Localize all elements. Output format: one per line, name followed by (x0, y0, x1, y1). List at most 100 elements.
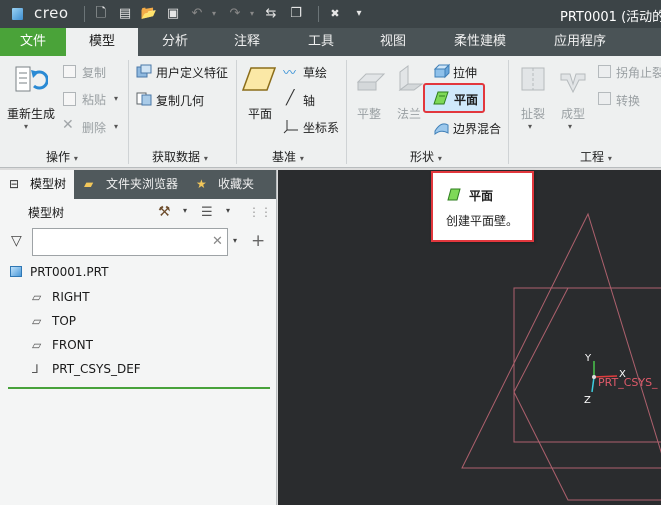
convert-button[interactable]: 转换 (616, 92, 640, 109)
undo-dropdown-icon[interactable]: ▾ (205, 5, 223, 23)
separator (84, 6, 85, 22)
navigator-panel: ⊟ 模型树 ▰ 文件夹浏览器 ★ 收藏夹 模型树 ⚒ ▾ ☰ ▾ ⋮⋮ ▽ ✕ … (0, 170, 277, 505)
form-dropdown-icon[interactable]: ▾ (568, 122, 572, 131)
undo-icon[interactable]: ↶ (188, 5, 206, 23)
regenerate-icon[interactable] (14, 62, 48, 96)
separator (318, 6, 319, 22)
copy-button[interactable]: 复制 (82, 64, 106, 81)
extrude-icon (433, 63, 450, 79)
tree-item-part[interactable]: PRT0001.PRT (10, 261, 108, 283)
customize-dropdown-icon[interactable]: ▾ (350, 5, 368, 23)
tab-favorites[interactable]: ★ 收藏夹 (190, 170, 276, 199)
delete-dropdown-icon[interactable]: ▾ (114, 122, 118, 131)
flat-wall-button[interactable]: 平整 (357, 105, 381, 122)
delete-button[interactable]: 删除 (82, 119, 106, 136)
tab-analysis[interactable]: 分析 (142, 28, 208, 56)
form-icon[interactable] (558, 64, 588, 94)
paste-dropdown-icon[interactable]: ▾ (114, 94, 118, 103)
rip-dropdown-icon[interactable]: ▾ (528, 122, 532, 131)
sketch-icon: 〰 (283, 66, 297, 81)
redo-icon[interactable]: ↷ (226, 5, 244, 23)
tree-filter-icon[interactable]: ⋮⋮ (248, 205, 272, 219)
tree-item-top-plane[interactable]: ▱ TOP (32, 310, 76, 332)
csys-origin (592, 375, 596, 379)
tab-view[interactable]: 视图 (360, 28, 426, 56)
axis-icon: ╱ (286, 90, 295, 106)
tree-item-front-plane[interactable]: ▱ FRONT (32, 334, 93, 356)
datum-plane-icon[interactable] (242, 66, 276, 92)
tools-icon[interactable]: ⚒ (158, 204, 171, 220)
paste-button[interactable]: 粘贴 (82, 91, 106, 108)
open-file-icon[interactable]: 📂 (140, 5, 158, 23)
new-file-icon[interactable]: 🗋 (92, 5, 110, 23)
group-separator (128, 60, 129, 164)
tools-dropdown-icon[interactable]: ▾ (183, 206, 187, 215)
tab-model-tree[interactable]: ⊟ 模型树 (0, 170, 74, 199)
axis-button[interactable]: 轴 (303, 92, 315, 109)
redo-dropdown-icon[interactable]: ▾ (243, 5, 261, 23)
paste-icon (63, 92, 76, 106)
regenerate-icon[interactable]: ⇆ (262, 5, 280, 23)
csys-label: PRT_CSYS_ (598, 376, 658, 389)
extrude-button[interactable]: 拉伸 (453, 64, 477, 81)
save-icon[interactable]: ▣ (164, 5, 182, 23)
regenerate-dropdown-icon[interactable]: ▾ (24, 122, 28, 131)
add-icon[interactable]: + (251, 231, 265, 251)
group-label-shapes[interactable]: 形状 ▾ (410, 148, 442, 165)
tree-search-input[interactable] (32, 228, 228, 256)
group-separator (236, 60, 237, 164)
rip-button[interactable]: 扯裂 (521, 105, 545, 122)
open-folder-icon[interactable]: ▤ (116, 5, 134, 23)
tab-file[interactable]: 文件 (0, 28, 66, 56)
copy-geometry-button[interactable]: 复制几何 (156, 92, 204, 109)
navigator-tabs: ⊟ 模型树 ▰ 文件夹浏览器 ★ 收藏夹 (0, 170, 276, 199)
rip-icon[interactable] (518, 64, 548, 94)
tab-applications[interactable]: 应用程序 (540, 28, 620, 56)
tab-model[interactable]: 模型 (66, 28, 138, 56)
favorites-icon: ★ (196, 177, 207, 191)
datum-plane-icon: ▱ (32, 338, 42, 352)
tab-flexible-modeling[interactable]: 柔性建模 (440, 28, 520, 56)
group-label-engineering[interactable]: 工程 ▾ (580, 148, 612, 165)
datum-plane-icon: ▱ (32, 290, 42, 304)
flange-wall-button[interactable]: 法兰 (397, 105, 421, 122)
datum-plane-button[interactable]: 平面 (248, 105, 272, 122)
search-dropdown-icon[interactable]: ▾ (233, 236, 237, 245)
group-separator (508, 60, 509, 164)
convert-icon (598, 92, 611, 105)
flange-wall-icon[interactable] (394, 64, 424, 94)
tab-folder-browser[interactable]: ▰ 文件夹浏览器 (78, 170, 188, 199)
datum-plane-top (461, 212, 661, 469)
settings-dropdown-icon[interactable]: ▾ (226, 206, 230, 215)
regenerate-label[interactable]: 重新生成 (7, 105, 55, 122)
user-defined-feature-button[interactable]: 用户定义特征 (156, 64, 228, 81)
filter-icon[interactable]: ▽ (11, 233, 22, 249)
tab-annotate[interactable]: 注释 (214, 28, 280, 56)
ribbon: 重新生成 ▾ 复制 粘贴 ▾ ✕ 删除 ▾ 操作 ▾ 用户定义特征 复制几何 获… (0, 56, 661, 168)
planar-wall-button[interactable]: 平面 (454, 91, 478, 108)
boundary-blend-button[interactable]: 边界混合 (453, 120, 501, 137)
close-window-icon[interactable]: ✖ (326, 5, 344, 23)
tree-item-right-plane[interactable]: ▱ RIGHT (32, 286, 90, 308)
form-button[interactable]: 成型 (561, 105, 585, 122)
corner-relief-button[interactable]: 拐角止裂 (616, 64, 661, 81)
datum-plane-icon: ▱ (32, 314, 42, 328)
tab-tools[interactable]: 工具 (288, 28, 354, 56)
tree-item-csys[interactable]: ⅃ PRT_CSYS_DEF (32, 358, 141, 380)
settings-list-icon[interactable]: ☰ (201, 205, 213, 220)
tree-separator-line (8, 387, 270, 389)
ribbon-tab-bar: 文件 模型 分析 注释 工具 视图 柔性建模 应用程序 (0, 28, 661, 56)
app-logo: creo (34, 4, 69, 22)
group-label-operations[interactable]: 操作 ▾ (46, 148, 78, 165)
axis-label-y: Y (584, 353, 592, 364)
tooltip-title: 平面 (469, 189, 494, 203)
sketch-button[interactable]: 草绘 (303, 64, 327, 81)
flat-wall-icon[interactable] (354, 64, 388, 94)
clear-search-icon[interactable]: ✕ (212, 234, 223, 249)
csys-button[interactable]: 坐标系 (303, 119, 339, 136)
window-icon[interactable]: ❐ (287, 5, 305, 23)
planar-wall-icon (447, 188, 461, 201)
group-label-datum[interactable]: 基准 ▾ (272, 148, 304, 165)
group-label-get-data[interactable]: 获取数据 ▾ (152, 148, 208, 165)
window-title: PRT0001 (活动的 (560, 10, 661, 25)
